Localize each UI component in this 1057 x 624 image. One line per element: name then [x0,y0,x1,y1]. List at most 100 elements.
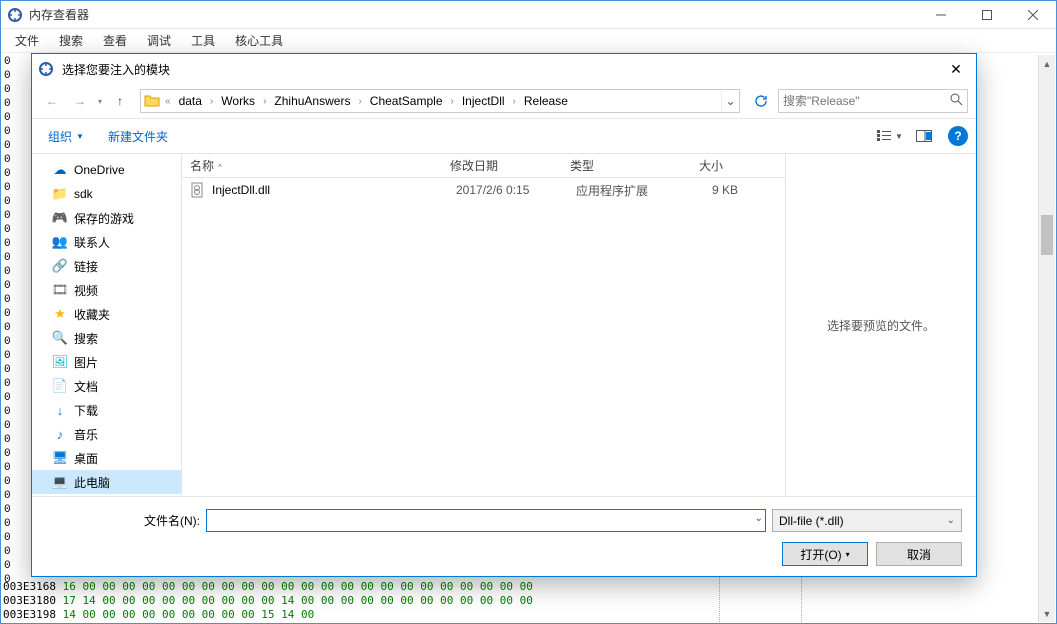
help-button[interactable]: ? [948,126,968,146]
preview-pane-button[interactable] [908,124,940,148]
menubar: 文件 搜索 查看 调试 工具 核心工具 [1,29,1056,53]
address-bar[interactable]: « data › Works › ZhihuAnswers › CheatSam… [140,89,740,113]
scroll-up[interactable]: ▲ [1039,55,1055,72]
tree-item[interactable]: 🎮 保存的游戏 [32,206,181,230]
menu-core[interactable]: 核心工具 [225,29,293,52]
new-folder-button[interactable]: 新建文件夹 [100,124,176,149]
tree-item[interactable]: ›📚库 [32,494,181,496]
tree-item[interactable]: ↓下载 [32,398,181,422]
chevron-right-icon: › [511,96,518,107]
breadcrumb-item[interactable]: Works [215,94,261,108]
breadcrumb-item[interactable]: ZhihuAnswers [268,94,356,108]
tree-icon: 👥 [52,234,68,250]
tree-item[interactable]: 🖼图片 [32,350,181,374]
tree-label: 此电脑 [74,474,110,491]
dialog-titlebar: 选择您要注入的模块 ✕ [32,54,976,84]
breadcrumb-item[interactable]: Release [518,94,574,108]
hex-bytes: 17 14 00 00 00 00 00 00 00 00 00 14 00 0… [63,594,533,607]
file-row[interactable]: InjectDll.dll 2017/2/6 0:15 应用程序扩展 9 KB [182,178,785,202]
close-button[interactable] [1010,1,1056,29]
menu-search[interactable]: 搜索 [49,29,93,52]
breadcrumb-item[interactable]: InjectDll [456,94,511,108]
nav-forward-button[interactable]: → [68,89,92,113]
breadcrumb-item[interactable]: data [173,94,208,108]
tree-label: 图片 [74,354,98,371]
tree-icon: 📄 [52,378,68,394]
tree-icon: 🔗 [52,258,68,274]
split-button-arrow[interactable]: ▾ [846,550,850,559]
maximize-button[interactable] [964,1,1010,29]
file-icon [190,182,206,198]
nav-history-dropdown[interactable]: ▾ [98,97,102,106]
nav-back-button[interactable]: ← [40,89,64,113]
folder-icon [141,90,163,112]
view-mode-button[interactable]: ▼ [874,124,906,148]
nav-up-button[interactable]: ↑ [108,89,132,113]
tree-icon: ★ [52,306,68,322]
tree-item[interactable]: 📄文档 [32,374,181,398]
tree-item[interactable]: ☁OneDrive [32,158,181,182]
scroll-thumb[interactable] [1041,215,1053,255]
tree-item[interactable]: ♪音乐 [32,422,181,446]
tree-item[interactable]: ★ 收藏夹 [32,302,181,326]
address-dropdown[interactable]: ⌄ [721,90,739,112]
menu-debug[interactable]: 调试 [137,29,181,52]
menu-tools[interactable]: 工具 [181,29,225,52]
file-list[interactable]: 名称^ 修改日期 类型 大小 InjectDll.dll 2017/2/6 0:… [182,154,786,496]
tree-item[interactable]: 🎞视频 [32,278,181,302]
nav-tree[interactable]: ☁OneDrive📁sdk🎮保存的游戏👥联系人🔗链接🎞视频★收藏夹🔍搜索🖼图片📄… [32,154,182,496]
app-icon [38,61,54,77]
tree-label: OneDrive [74,163,125,177]
open-button[interactable]: 打开(O)▾ [782,542,868,566]
menu-view[interactable]: 查看 [93,29,137,52]
hex-addr: 003E3168 [3,580,56,593]
window-controls [918,1,1056,29]
file-type: 应用程序扩展 [568,182,678,199]
refresh-button[interactable] [748,89,774,113]
app-icon [7,7,23,23]
tree-item[interactable]: 📁sdk [32,182,181,206]
column-size[interactable]: 大小 [672,157,732,174]
filename-input[interactable] [211,510,761,531]
navbar: ← → ▾ ↑ « data › Works › ZhihuAnswers › … [32,84,976,118]
search-icon [950,93,963,109]
search-box[interactable] [778,89,968,113]
tree-icon: 🎮 [52,210,68,226]
filetype-filter[interactable]: Dll-file (*.dll) ⌄ [772,509,962,532]
tree-label: 链接 [74,258,98,275]
column-date[interactable]: 修改日期 [442,157,562,174]
search-input[interactable] [783,94,950,108]
column-type[interactable]: 类型 [562,157,672,174]
tree-icon: 🔍 [52,330,68,346]
tree-item[interactable]: 🔍 搜索 [32,326,181,350]
chevron-down-icon: ▼ [76,132,84,141]
tree-item[interactable]: 👥 联系人 [32,230,181,254]
tree-item[interactable]: 💻此电脑 [32,470,181,494]
hex-bytes: 16 00 00 00 00 00 00 00 00 00 00 00 00 0… [63,580,533,593]
tree-label: 搜索 [74,330,98,347]
scrollbar[interactable]: ▲ ▼ [1038,55,1055,622]
tree-label: 保存的游戏 [74,210,134,227]
main-window: 内存查看器 文件 搜索 查看 调试 工具 核心工具 00000000000000… [0,0,1057,624]
tree-icon: 🖥 [52,450,68,466]
tree-item[interactable]: 🔗 链接 [32,254,181,278]
tree-label: 收藏夹 [74,306,110,323]
tree-icon: 📁 [52,186,68,202]
tree-label: 联系人 [74,234,110,251]
scroll-down[interactable]: ▼ [1039,605,1055,622]
toolbar: 组织▼ 新建文件夹 ▼ ? [32,118,976,154]
tree-icon: ♪ [52,426,68,442]
menu-file[interactable]: 文件 [5,29,49,52]
cancel-button[interactable]: 取消 [876,542,962,566]
minimize-button[interactable] [918,1,964,29]
column-name[interactable]: 名称^ [182,157,442,174]
tree-item[interactable]: 🖥桌面 [32,446,181,470]
chevron-down-icon[interactable]: ⌄ [755,513,763,524]
organize-button[interactable]: 组织▼ [40,124,92,149]
breadcrumb-item[interactable]: CheatSample [364,94,449,108]
tree-label: 下载 [74,402,98,419]
tree-icon: 🎞 [52,282,68,298]
filename-field[interactable]: ⌄ [206,509,766,532]
filename-label: 文件名(N): [46,512,206,529]
dialog-close-button[interactable]: ✕ [936,54,976,84]
